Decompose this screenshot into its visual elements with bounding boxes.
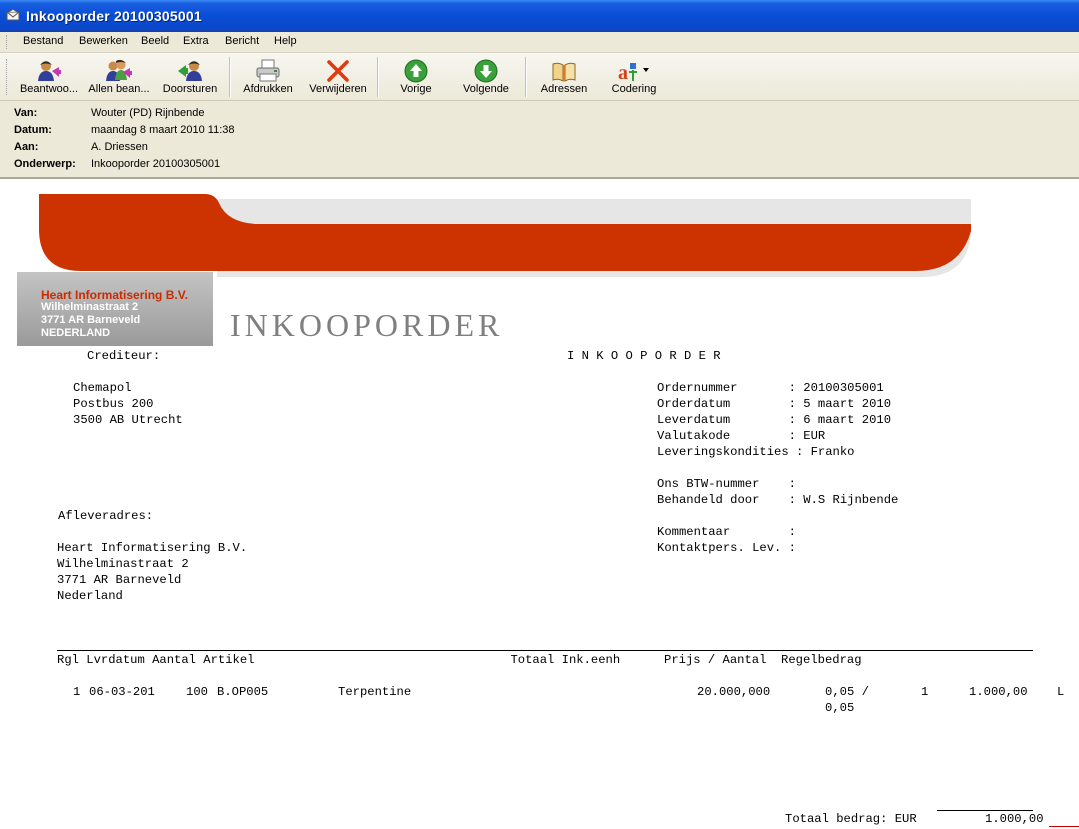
delivery-label: Afleveradres:: [58, 509, 154, 523]
line-article: B.OP005: [217, 685, 269, 699]
previous-button[interactable]: Vorige: [384, 53, 448, 100]
company-street: Wilhelminastraat 2: [41, 301, 139, 313]
info-row: Valutakode : EUR: [657, 429, 826, 443]
previous-label: Vorige: [400, 83, 432, 95]
menu-bericht[interactable]: Bericht: [225, 35, 259, 47]
letterhead-banner: [17, 194, 971, 346]
creditor-line: Chemapol: [73, 381, 132, 395]
reply-label: Beantwoo...: [19, 83, 79, 95]
company-city: 3771 AR Barneveld: [41, 314, 141, 326]
creditor-label: Crediteur:: [87, 349, 161, 363]
next-label: Volgende: [463, 83, 509, 95]
menu-grip[interactable]: [6, 35, 10, 49]
delete-button[interactable]: Verwijderen: [302, 53, 374, 100]
line-qty: 100: [186, 685, 208, 699]
envelope-icon: [6, 9, 20, 21]
forward-icon: [178, 61, 202, 81]
title-bar: Inkooporder 20100305001: [0, 0, 1079, 32]
line-rgl: 1: [73, 685, 81, 699]
address-book-icon: [552, 62, 576, 82]
window-title: Inkooporder 20100305001: [26, 8, 202, 24]
table-rule: [57, 650, 1033, 651]
addresses-label: Adressen: [540, 83, 588, 95]
delivery-line: 3771 AR Barneveld: [57, 573, 182, 587]
info-row: Ons BTW-nummer :: [657, 477, 796, 491]
menu-bewerken[interactable]: Bewerken: [79, 35, 128, 47]
line-per: 1: [921, 685, 929, 699]
info-row: Ordernummer : 20100305001: [657, 381, 884, 395]
toolbar-separator: [525, 57, 527, 97]
svg-text:a: a: [618, 62, 628, 83]
delete-label: Verwijderen: [309, 83, 367, 95]
reply-all-icon: [106, 59, 132, 81]
to-label: Aan:: [14, 141, 39, 153]
info-row: Kommentaar :: [657, 525, 796, 539]
message-body[interactable]: Heart Informatisering B.V. Wilhelminastr…: [5, 179, 1079, 829]
total-label: Totaal bedrag: EUR: [785, 812, 917, 826]
menu-bestand[interactable]: Bestand: [23, 35, 63, 47]
delivery-line: Heart Informatisering B.V.: [57, 541, 248, 555]
forward-label: Doorsturen: [162, 83, 218, 95]
delivery-line: Wilhelminastraat 2: [57, 557, 189, 571]
line-flag: L: [1057, 685, 1065, 699]
message-header: Van: Wouter (PD) Rijnbende Datum: maanda…: [0, 101, 1079, 179]
company-name: Heart Informatisering B.V.: [41, 288, 188, 302]
menu-help[interactable]: Help: [274, 35, 297, 47]
subject-label: Onderwerp:: [14, 158, 76, 170]
company-country: NEDERLAND: [41, 327, 111, 339]
info-row: Behandeld door : W.S Rijnbende: [657, 493, 899, 507]
creditor-line: Postbus 200: [73, 397, 154, 411]
print-button[interactable]: Afdrukken: [236, 53, 300, 100]
encoding-label: Codering: [611, 83, 657, 95]
date-value: maandag 8 maart 2010 11:38: [91, 124, 235, 136]
toolbar-separator: [229, 57, 231, 97]
forward-button[interactable]: Doorsturen: [156, 53, 224, 100]
reply-icon: [38, 61, 61, 81]
toolbar: Beantwoo... Allen bean... Doorsturen Afd…: [0, 53, 1079, 101]
line-total-unit: 20.000,000: [697, 685, 771, 699]
print-label: Afdrukken: [243, 83, 293, 95]
red-underline: [1049, 826, 1079, 827]
reply-all-label: Allen bean...: [88, 83, 150, 95]
line-price-wrap: 0,05: [825, 701, 855, 715]
line-description: Terpentine: [338, 685, 412, 699]
delete-x-icon: [327, 60, 349, 82]
info-row: Leverdatum : 6 maart 2010: [657, 413, 892, 427]
encoding-icon: a: [618, 62, 649, 83]
toolbar-separator: [377, 57, 379, 97]
arrow-up-icon: [404, 59, 428, 83]
order-title-spaced: I N K O O P O R D E R: [567, 349, 721, 363]
total-rule: [937, 810, 1033, 811]
total-value: 1.000,00: [985, 812, 1044, 826]
info-row: Orderdatum : 5 maart 2010: [657, 397, 892, 411]
line-price: 0,05 /: [825, 685, 869, 699]
table-header: Rgl Lvrdatum Aantal Artikel Totaal Ink.e…: [57, 653, 862, 667]
line-date: 06-03-201: [89, 685, 155, 699]
menu-beeld[interactable]: Beeld: [141, 35, 169, 47]
reply-button[interactable]: Beantwoo...: [14, 53, 84, 100]
reply-all-button[interactable]: Allen bean...: [84, 53, 154, 100]
next-button[interactable]: Volgende: [452, 53, 520, 100]
menu-extra[interactable]: Extra: [183, 35, 209, 47]
arrow-down-icon: [474, 59, 498, 83]
from-label: Van:: [14, 107, 38, 119]
date-label: Datum:: [14, 124, 52, 136]
info-row: Leveringskondities : Franko: [657, 445, 855, 459]
line-amount: 1.000,00: [969, 685, 1028, 699]
encoding-button[interactable]: a Codering: [600, 53, 668, 100]
to-value[interactable]: A. Driessen: [91, 141, 148, 153]
subject-value: Inkooporder 20100305001: [91, 158, 221, 170]
document-title: INKOOPORDER: [230, 307, 504, 343]
toolbar-grip[interactable]: [6, 59, 10, 95]
info-row: Kontaktpers. Lev. :: [657, 541, 796, 555]
creditor-line: 3500 AB Utrecht: [73, 413, 183, 427]
from-value[interactable]: Wouter (PD) Rijnbende: [91, 107, 205, 119]
printer-icon: [256, 59, 280, 82]
menu-bar: Bestand Bewerken Beeld Extra Bericht Hel…: [0, 32, 1079, 53]
delivery-line: Nederland: [57, 589, 123, 603]
addresses-button[interactable]: Adressen: [532, 53, 596, 100]
